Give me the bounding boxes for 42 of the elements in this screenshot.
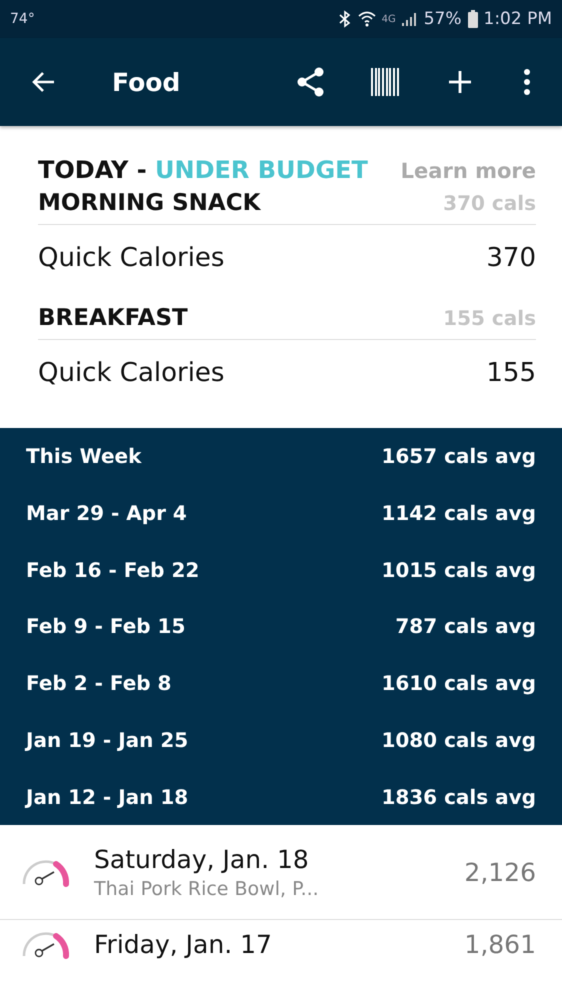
- day-foods: Thai Pork Rice Bowl, P...: [94, 878, 320, 900]
- week-average: 1015 cals avg: [381, 558, 536, 582]
- battery-text: 57%: [424, 9, 462, 29]
- budget-heading: TODAY - UNDER BUDGET: [38, 156, 368, 184]
- day-date[interactable]: Saturday, Jan. 18: [94, 844, 464, 874]
- food-row[interactable]: Quick Calories 155: [38, 340, 536, 398]
- food-name: Quick Calories: [38, 358, 224, 388]
- week-average: 1080 cals avg: [381, 728, 536, 752]
- week-range[interactable]: This Week: [26, 444, 142, 468]
- food-calories: 155: [486, 358, 536, 388]
- screen-title: Food: [112, 68, 180, 96]
- food-name: Quick Calories: [38, 243, 224, 273]
- barcode-icon[interactable]: [371, 67, 401, 97]
- day-date[interactable]: Friday, Jan. 17: [94, 930, 464, 958]
- week-average: 1657 cals avg: [381, 444, 536, 468]
- week-average: 1610 cals avg: [381, 671, 536, 696]
- battery-icon: [466, 10, 478, 28]
- week-range[interactable]: Feb 9 - Feb 15: [26, 614, 186, 638]
- add-icon[interactable]: [447, 69, 473, 95]
- food-row[interactable]: Quick Calories 370: [38, 225, 536, 283]
- meal-heading: BREAKFAST: [38, 305, 188, 331]
- day-calories: 2,126: [464, 858, 536, 886]
- week-range[interactable]: Feb 16 - Feb 22: [26, 558, 200, 582]
- more-options-icon[interactable]: [523, 68, 531, 96]
- week-range[interactable]: Mar 29 - Apr 4: [26, 501, 187, 526]
- meal-calories: 155 cals: [443, 306, 536, 330]
- wifi-icon: [356, 10, 377, 28]
- week-average: 1142 cals avg: [381, 501, 536, 526]
- week-average: 787 cals avg: [395, 614, 536, 638]
- signal-icon: [400, 11, 419, 27]
- meal-heading: MORNING SNACK: [38, 190, 260, 216]
- week-range[interactable]: Jan 19 - Jan 25: [26, 728, 188, 752]
- clock-text: 1:02 PM: [484, 9, 552, 29]
- meal-calories: 370 cals: [443, 191, 536, 215]
- network-text: 4G: [382, 14, 396, 24]
- week-range[interactable]: Jan 12 - Jan 18: [26, 784, 188, 809]
- day-calories: 1,861: [464, 930, 536, 958]
- temperature-text: 74°: [10, 11, 35, 27]
- food-calories: 370: [486, 243, 536, 273]
- week-range[interactable]: Feb 2 - Feb 8: [26, 671, 172, 696]
- bluetooth-icon: [338, 10, 352, 28]
- week-average: 1836 cals avg: [381, 784, 536, 809]
